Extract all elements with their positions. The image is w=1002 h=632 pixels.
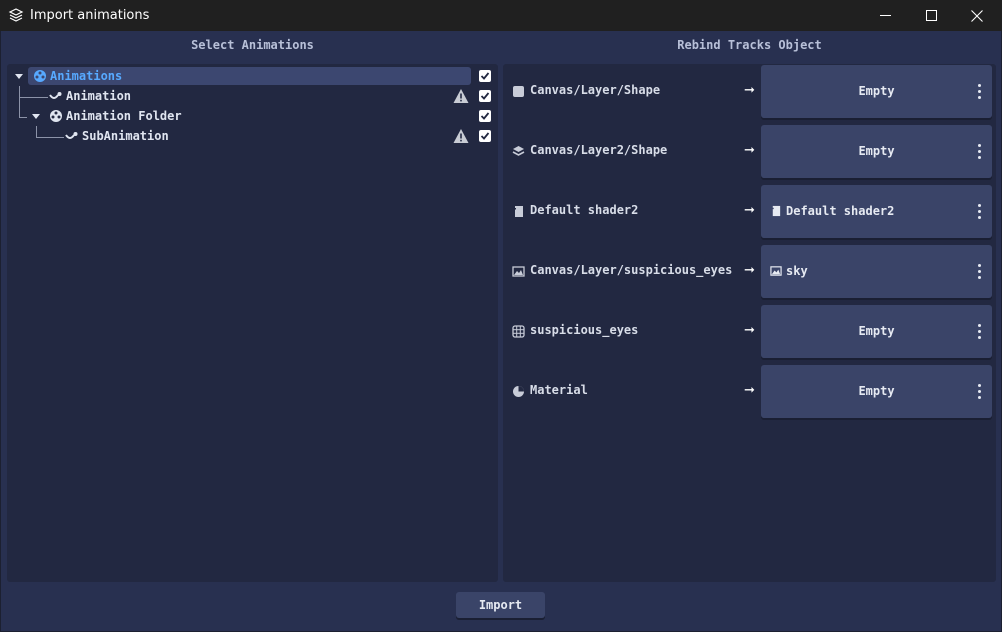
rebind-target-button[interactable]: Empty xyxy=(761,305,992,358)
rebind-target-button[interactable]: sky xyxy=(761,245,992,298)
tree-item-animations[interactable]: Animations xyxy=(7,66,497,86)
warning-icon xyxy=(453,89,469,103)
image-icon xyxy=(512,266,525,277)
check-icon xyxy=(480,132,490,140)
rebind-target-label: Empty xyxy=(858,84,895,98)
rebind-tracks-panel: Canvas/Layer/Shape ➞ Empty Canvas/Layer2… xyxy=(503,64,996,582)
tree-item-label: Animations xyxy=(50,69,123,83)
animation-folder-checkbox[interactable] xyxy=(479,110,491,122)
shader-icon xyxy=(771,205,781,217)
rebind-tracks-header: Rebind Tracks Object xyxy=(677,38,822,52)
app-layers-icon xyxy=(8,8,24,22)
rebind-target-label: Empty xyxy=(858,384,895,398)
rebind-target-label: sky xyxy=(786,264,808,278)
close-button[interactable] xyxy=(954,0,1000,31)
tree-item-animation-folder[interactable]: Animation Folder xyxy=(7,106,497,126)
kebab-menu-icon[interactable] xyxy=(978,204,982,219)
rebind-target-button[interactable]: Empty xyxy=(761,65,992,118)
window-title: Import animations xyxy=(30,8,150,23)
title-bar: Import animations xyxy=(0,0,1002,31)
track-path-label: Default shader2 xyxy=(530,203,639,217)
animation-checkbox[interactable] xyxy=(479,90,491,102)
warning-icon xyxy=(453,129,469,143)
rebind-target-button[interactable]: Empty xyxy=(761,125,992,178)
select-animations-header: Select Animations xyxy=(191,38,314,52)
close-icon xyxy=(971,9,983,22)
rebind-target-label: Empty xyxy=(858,144,895,158)
tree-item-label: SubAnimation xyxy=(82,129,169,143)
kebab-menu-icon[interactable] xyxy=(978,324,982,339)
check-icon xyxy=(480,112,490,120)
kebab-menu-icon[interactable] xyxy=(978,144,982,159)
expand-arrow-icon[interactable] xyxy=(15,74,23,79)
tree-item-animation[interactable]: Animation xyxy=(7,86,497,106)
animation-tree-panel: Animations Animation Animation Folder Su… xyxy=(7,64,498,582)
layers-icon xyxy=(512,146,525,156)
maximize-icon xyxy=(925,10,937,21)
rebind-target-label: Default shader2 xyxy=(786,204,895,218)
tree-item-label: Animation xyxy=(66,89,132,103)
animations-checkbox[interactable] xyxy=(479,70,491,82)
track-path-label: Canvas/Layer/suspicious_eyes xyxy=(530,263,733,277)
arrow-right-icon: ➞ xyxy=(744,383,755,398)
arrow-right-icon: ➞ xyxy=(744,203,755,218)
maximize-button[interactable] xyxy=(908,0,954,31)
animation-icon xyxy=(65,132,78,139)
kebab-menu-icon[interactable] xyxy=(978,384,982,399)
dialog-content: Select Animations Rebind Tracks Object A… xyxy=(1,31,1001,631)
shape-icon xyxy=(513,86,524,97)
image-icon xyxy=(770,266,782,276)
track-path-label: Canvas/Layer/Shape xyxy=(530,83,661,97)
tree-item-subanimation[interactable]: SubAnimation xyxy=(7,126,497,146)
track-path-label: suspicious_eyes xyxy=(530,323,639,337)
tree-item-label: Animation Folder xyxy=(66,109,182,123)
subanimation-checkbox[interactable] xyxy=(479,130,491,142)
minimize-icon xyxy=(879,15,891,16)
check-icon xyxy=(480,72,490,80)
animation-player-icon xyxy=(34,70,46,82)
kebab-menu-icon[interactable] xyxy=(978,84,982,99)
arrow-right-icon: ➞ xyxy=(744,323,755,338)
kebab-menu-icon[interactable] xyxy=(978,264,982,279)
track-path-label: Material xyxy=(530,383,588,397)
rebind-target-button[interactable]: Default shader2 xyxy=(761,185,992,238)
import-button[interactable]: Import xyxy=(456,592,545,618)
rebind-target-button[interactable]: Empty xyxy=(761,365,992,418)
animation-icon xyxy=(49,92,62,99)
rebind-target-label: Empty xyxy=(858,324,895,338)
expand-arrow-icon[interactable] xyxy=(32,114,40,119)
grid-icon xyxy=(512,325,525,338)
check-icon xyxy=(480,92,490,100)
track-path-label: Canvas/Layer2/Shape xyxy=(530,143,668,157)
shader-icon xyxy=(514,206,523,217)
minimize-button[interactable] xyxy=(862,0,908,31)
arrow-right-icon: ➞ xyxy=(744,83,755,98)
material-icon xyxy=(513,386,524,397)
animation-player-icon xyxy=(50,110,62,122)
arrow-right-icon: ➞ xyxy=(744,263,755,278)
arrow-right-icon: ➞ xyxy=(744,143,755,158)
